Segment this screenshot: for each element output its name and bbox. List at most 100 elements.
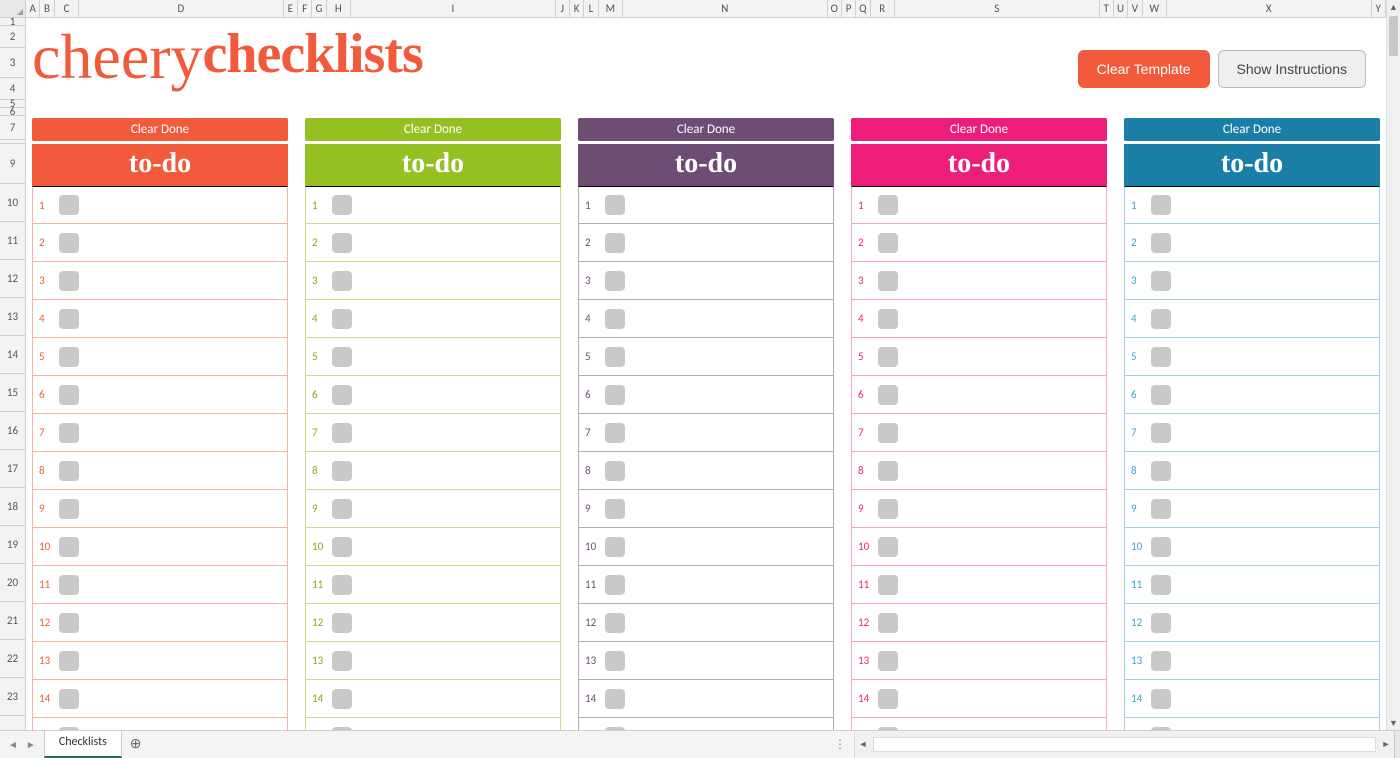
col-header-G[interactable]: G bbox=[312, 0, 326, 17]
item-checkbox[interactable] bbox=[878, 195, 898, 215]
item-checkbox[interactable] bbox=[605, 385, 625, 405]
row-header-18[interactable]: 18 bbox=[0, 488, 25, 526]
list-item[interactable]: 2 bbox=[851, 224, 1107, 262]
list-item[interactable]: 12 bbox=[851, 604, 1107, 642]
list-item[interactable]: 9 bbox=[578, 490, 834, 528]
list-item[interactable]: 7 bbox=[578, 414, 834, 452]
item-checkbox[interactable] bbox=[1151, 613, 1171, 633]
row-header-11[interactable]: 11 bbox=[0, 222, 25, 260]
tab-split-handle[interactable]: ⋮ bbox=[826, 731, 854, 758]
list-item[interactable]: 5 bbox=[851, 338, 1107, 376]
item-checkbox[interactable] bbox=[1151, 309, 1171, 329]
list-item[interactable]: 13 bbox=[1124, 642, 1380, 680]
row-header-16[interactable]: 16 bbox=[0, 412, 25, 450]
col-header-J[interactable]: J bbox=[556, 0, 570, 17]
col-header-R[interactable]: R bbox=[871, 0, 896, 17]
item-checkbox[interactable] bbox=[332, 613, 352, 633]
item-checkbox[interactable] bbox=[605, 461, 625, 481]
row-header-22[interactable]: 22 bbox=[0, 640, 25, 678]
item-checkbox[interactable] bbox=[1151, 271, 1171, 291]
row-header-9[interactable]: 9 bbox=[0, 144, 25, 184]
item-checkbox[interactable] bbox=[1151, 499, 1171, 519]
list-item[interactable]: 8 bbox=[305, 452, 561, 490]
list-item[interactable]: 6 bbox=[32, 376, 288, 414]
item-checkbox[interactable] bbox=[1151, 195, 1171, 215]
col-header-D[interactable]: D bbox=[79, 0, 284, 17]
item-checkbox[interactable] bbox=[605, 537, 625, 557]
list-item[interactable]: 8 bbox=[851, 452, 1107, 490]
add-sheet-button[interactable]: ⊕ bbox=[122, 731, 150, 758]
list-item[interactable]: 9 bbox=[851, 490, 1107, 528]
col-header-S[interactable]: S bbox=[895, 0, 1100, 17]
list-item[interactable]: 4 bbox=[32, 300, 288, 338]
item-checkbox[interactable] bbox=[878, 271, 898, 291]
show-instructions-button[interactable]: Show Instructions bbox=[1218, 50, 1367, 88]
item-checkbox[interactable] bbox=[59, 347, 79, 367]
col-header-H[interactable]: H bbox=[327, 0, 352, 17]
list-header[interactable]: to-do bbox=[851, 144, 1107, 186]
item-checkbox[interactable] bbox=[59, 499, 79, 519]
clear-done-button[interactable]: Clear Done bbox=[1124, 118, 1380, 141]
item-checkbox[interactable] bbox=[605, 689, 625, 709]
col-header-K[interactable]: K bbox=[570, 0, 584, 17]
item-checkbox[interactable] bbox=[605, 423, 625, 443]
item-checkbox[interactable] bbox=[59, 233, 79, 253]
col-header-V[interactable]: V bbox=[1128, 0, 1142, 17]
list-item[interactable]: 7 bbox=[851, 414, 1107, 452]
item-checkbox[interactable] bbox=[605, 499, 625, 519]
item-checkbox[interactable] bbox=[332, 575, 352, 595]
list-item[interactable]: 2 bbox=[1124, 224, 1380, 262]
list-item[interactable]: 4 bbox=[851, 300, 1107, 338]
list-item[interactable]: 3 bbox=[1124, 262, 1380, 300]
list-header[interactable]: to-do bbox=[305, 144, 561, 186]
clear-template-button[interactable]: Clear Template bbox=[1078, 50, 1210, 88]
item-checkbox[interactable] bbox=[878, 461, 898, 481]
col-header-Q[interactable]: Q bbox=[856, 0, 870, 17]
list-item[interactable]: 12 bbox=[32, 604, 288, 642]
list-item[interactable]: 3 bbox=[32, 262, 288, 300]
scroll-up-button[interactable]: ▲ bbox=[1387, 0, 1400, 14]
list-item[interactable]: 11 bbox=[32, 566, 288, 604]
item-checkbox[interactable] bbox=[1151, 537, 1171, 557]
item-checkbox[interactable] bbox=[605, 309, 625, 329]
list-item[interactable]: 13 bbox=[32, 642, 288, 680]
list-item[interactable]: 8 bbox=[1124, 452, 1380, 490]
item-checkbox[interactable] bbox=[605, 195, 625, 215]
col-header-N[interactable]: N bbox=[623, 0, 828, 17]
sheet-tab-checklists[interactable]: Checklists bbox=[44, 731, 122, 758]
item-checkbox[interactable] bbox=[878, 537, 898, 557]
clear-done-button[interactable]: Clear Done bbox=[305, 118, 561, 141]
item-checkbox[interactable] bbox=[605, 233, 625, 253]
list-item[interactable]: 3 bbox=[851, 262, 1107, 300]
clear-done-button[interactable]: Clear Done bbox=[851, 118, 1107, 141]
vertical-scrollbar[interactable]: ▲ ▼ bbox=[1386, 0, 1400, 730]
clear-done-button[interactable]: Clear Done bbox=[32, 118, 288, 141]
list-item[interactable]: 10 bbox=[305, 528, 561, 566]
list-item[interactable]: 13 bbox=[305, 642, 561, 680]
item-checkbox[interactable] bbox=[1151, 461, 1171, 481]
item-checkbox[interactable] bbox=[332, 271, 352, 291]
row-header-21[interactable]: 21 bbox=[0, 602, 25, 640]
list-item[interactable]: 14 bbox=[305, 680, 561, 718]
list-header[interactable]: to-do bbox=[32, 144, 288, 186]
scroll-right-button[interactable]: ► bbox=[1378, 731, 1394, 758]
item-checkbox[interactable] bbox=[878, 233, 898, 253]
list-item[interactable]: 12 bbox=[305, 604, 561, 642]
item-checkbox[interactable] bbox=[59, 271, 79, 291]
item-checkbox[interactable] bbox=[878, 575, 898, 595]
list-item[interactable]: 10 bbox=[1124, 528, 1380, 566]
list-item[interactable]: 5 bbox=[578, 338, 834, 376]
item-checkbox[interactable] bbox=[59, 689, 79, 709]
item-checkbox[interactable] bbox=[878, 423, 898, 443]
list-item[interactable]: 14 bbox=[32, 680, 288, 718]
item-checkbox[interactable] bbox=[332, 499, 352, 519]
scroll-splitter[interactable] bbox=[1394, 731, 1400, 758]
col-header-P[interactable]: P bbox=[842, 0, 856, 17]
item-checkbox[interactable] bbox=[1151, 233, 1171, 253]
col-header-O[interactable]: O bbox=[828, 0, 842, 17]
list-item[interactable]: 15 bbox=[1124, 718, 1380, 730]
item-checkbox[interactable] bbox=[59, 309, 79, 329]
list-item[interactable]: 11 bbox=[1124, 566, 1380, 604]
item-checkbox[interactable] bbox=[605, 651, 625, 671]
list-item[interactable]: 15 bbox=[32, 718, 288, 730]
